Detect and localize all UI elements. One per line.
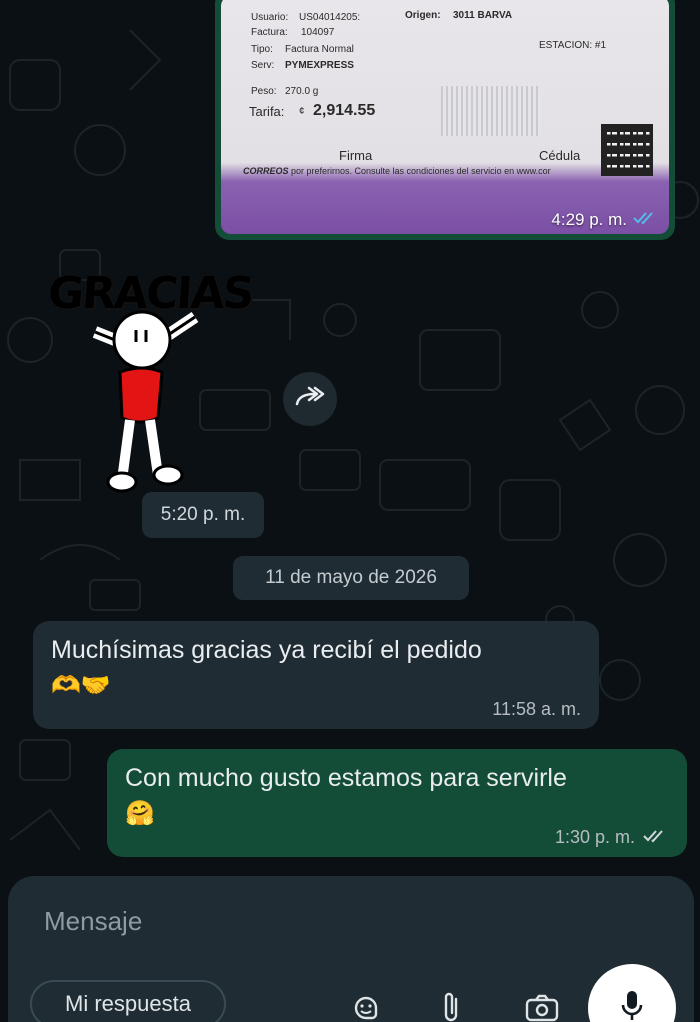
receipt-image[interactable]: Usuario: US04014205: Origen: 3011 BARVA …	[221, 0, 669, 234]
message-meta: 1:30 p. m.	[555, 827, 669, 848]
receipt-tarifa-currency: ¢	[299, 106, 305, 117]
receipt-tipo-label: Tipo:	[251, 44, 273, 55]
message-time: 11:58 a. m.	[492, 699, 581, 719]
delivered-ticks-icon	[643, 827, 669, 848]
sticker-time-text: 5:20 p. m.	[160, 504, 246, 525]
receipt-peso-label: Peso:	[251, 86, 277, 97]
forward-button[interactable]	[283, 372, 337, 426]
receipt-brand: CORREOS	[243, 166, 289, 176]
receipt-origen-value: 3011 BARVA	[453, 10, 513, 21]
gracias-sticker[interactable]: GRACIAS	[40, 262, 270, 502]
receipt-factura-value: 104097	[301, 27, 335, 38]
receipt-barcode	[441, 86, 541, 136]
message-time: 1:30 p. m.	[554, 827, 635, 847]
image-message-meta: 4:29 p. m.	[551, 210, 657, 230]
message-composer: Mi respuesta	[8, 876, 694, 1022]
message-emoji: 🫶🤝	[51, 672, 111, 699]
message-input[interactable]	[44, 906, 544, 937]
quick-reply-label: Mi respuesta	[65, 991, 191, 1016]
receipt-origen-label: Origen:	[405, 10, 441, 21]
sticker-icon[interactable]	[346, 988, 386, 1022]
receipt-firma: Firma	[339, 148, 373, 163]
incoming-message-bubble[interactable]: Muchísimas gracias ya recibí el pedido 🫶…	[33, 621, 599, 729]
message-text: Con mucho gusto estamos para servirle	[125, 764, 567, 792]
receipt-peso-value: 270.0 g	[285, 86, 319, 97]
receipt-tarifa-value: 2,914.55	[313, 102, 376, 119]
message-emoji: 🤗	[125, 800, 155, 827]
quick-reply-chip[interactable]: Mi respuesta	[30, 980, 226, 1022]
forward-icon	[293, 386, 327, 413]
read-ticks-icon	[633, 210, 657, 230]
receipt-usuario-label: Usuario:	[251, 12, 289, 23]
outgoing-image-bubble[interactable]: Usuario: US04014205: Origen: 3011 BARVA …	[215, 0, 675, 240]
mic-icon	[620, 989, 644, 1022]
camera-icon[interactable]	[522, 988, 562, 1022]
receipt-tarifa-label: Tarifa:	[249, 104, 285, 119]
receipt-factura-label: Factura:	[251, 27, 288, 38]
stick-figure-illustration	[92, 310, 199, 493]
receipt-serv-value: PYMEXPRESS	[285, 60, 354, 71]
date-separator: 11 de mayo de 2026	[233, 556, 469, 600]
message-text: Muchísimas gracias ya recibí el pedido	[51, 636, 482, 664]
voice-message-button[interactable]	[588, 964, 676, 1022]
message-time: 4:29 p. m.	[551, 210, 627, 229]
attach-icon[interactable]	[432, 988, 472, 1022]
receipt-tipo-value: Factura Normal	[285, 44, 354, 55]
receipt-usuario-value: US04014205:	[299, 12, 361, 23]
outgoing-message-bubble[interactable]: Con mucho gusto estamos para servirle 🤗 …	[107, 749, 687, 857]
receipt-qr-code	[601, 124, 653, 176]
receipt-cedula: Cédula	[539, 148, 581, 163]
sticker-time: 5:20 p. m.	[142, 492, 264, 538]
message-meta: 11:58 a. m.	[492, 699, 581, 720]
receipt-footer: por preferirnos. Consulte las condicione…	[291, 166, 551, 176]
date-separator-text: 11 de mayo de 2026	[265, 567, 437, 588]
receipt-estacion: ESTACION: #1	[539, 40, 607, 51]
receipt-serv-label: Serv:	[251, 60, 275, 71]
